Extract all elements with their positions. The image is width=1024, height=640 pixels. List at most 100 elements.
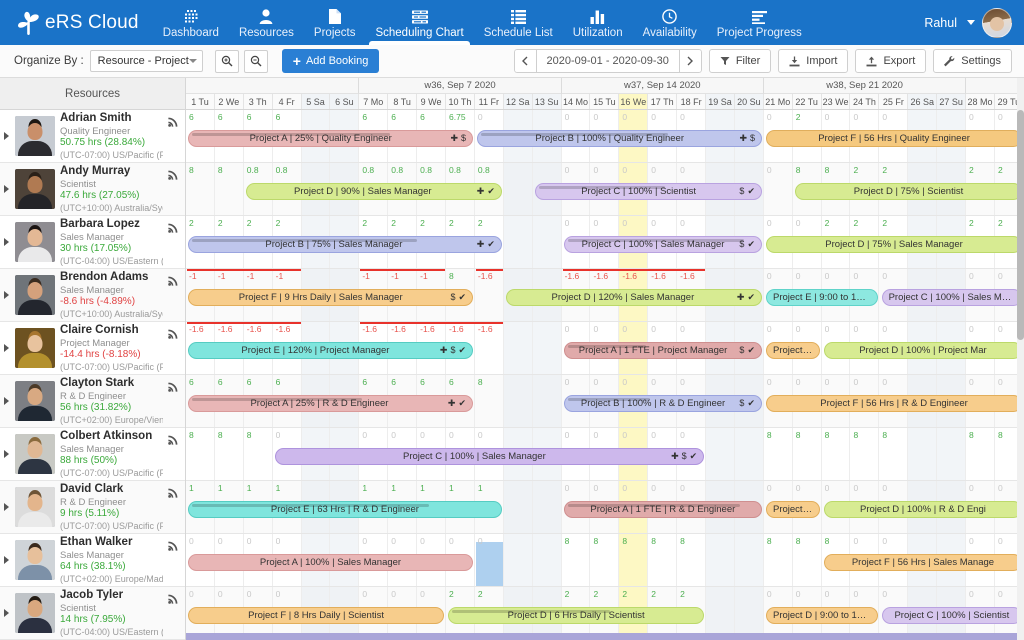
nav-item-utilization[interactable]: Utilization (563, 0, 633, 45)
zoom-out-button[interactable] (243, 49, 268, 73)
rss-feed-icon[interactable] (168, 169, 179, 183)
booking-bar[interactable]: Project D | 6 Hrs Daily | Scientist (448, 607, 705, 624)
booking-bar[interactable]: Project F |... (766, 501, 820, 518)
booking-bar[interactable]: Project E | 63 Hrs | R & D Engineer (188, 501, 502, 518)
rss-feed-icon[interactable] (168, 222, 179, 236)
day-header-cell[interactable]: 12 Sa (503, 94, 533, 109)
day-header-cell[interactable]: 8 Tu (388, 94, 418, 109)
day-header-cell[interactable]: 9 We (417, 94, 447, 109)
day-header-cell[interactable]: 26 Sa (908, 94, 938, 109)
resource-row[interactable]: Clayton Stark R & D Engineer 56 hrs (31.82… (0, 375, 185, 428)
booking-bar[interactable]: Project C | 100% | Sales Manager $ ✔ (563, 236, 762, 253)
resource-row[interactable]: Claire Cornish Project Manager -14.4 hrs (… (0, 322, 185, 375)
nav-item-project-progress[interactable]: Project Progress (707, 0, 812, 45)
booking-bar[interactable]: Project F | 56 Hrs | R & D Engineer (766, 395, 1023, 412)
vertical-scrollbar[interactable] (1017, 78, 1024, 640)
day-header-cell[interactable]: 24 Th (850, 94, 880, 109)
booking-bar[interactable]: Project B | 100% | R & D Engineer $ ✔ (563, 395, 762, 412)
resource-row[interactable]: Adrian Smith Quality Engineer 50.75 hrs (2… (0, 110, 185, 163)
day-header-cell[interactable]: 23 We (821, 94, 851, 109)
organize-by-select[interactable]: Resource - Project (89, 50, 203, 72)
settings-button[interactable]: Settings (933, 49, 1012, 73)
booking-bar[interactable]: Project A | 25% | Quality Engineer ✚ $ (188, 130, 473, 147)
avatar[interactable] (982, 7, 1012, 38)
day-header-cell[interactable]: 7 Mo (359, 94, 389, 109)
nav-user-area[interactable]: Rahul (924, 0, 1024, 45)
expand-arrow-icon[interactable] (4, 344, 9, 352)
booking-bar[interactable]: Project E | 120% | Project Manager ✚ $ ✔ (188, 342, 473, 359)
day-header-cell[interactable]: 11 Fr (474, 94, 504, 109)
chevron-down-icon[interactable] (967, 20, 975, 25)
resource-row[interactable]: Brendon Adams Sales Manager -8.6 hrs (-4.8… (0, 269, 185, 322)
booking-bar[interactable]: Project F | 56 Hrs | Sales Manage (823, 554, 1023, 571)
day-header-cell[interactable]: 2 We (214, 94, 244, 109)
date-range-field[interactable]: 2020-09-01 - 2020-09-30 (536, 49, 679, 73)
day-header-cell[interactable]: 22 Tu (792, 94, 822, 109)
expand-arrow-icon[interactable] (4, 185, 9, 193)
resource-row[interactable]: David Clark R & D Engineer 9 hrs (5.11%) (U… (0, 481, 185, 534)
add-booking-button[interactable]: + Add Booking (281, 49, 380, 73)
day-header-cell[interactable]: 14 Mo (561, 94, 591, 109)
day-header-cell[interactable]: 5 Sa (301, 94, 331, 109)
horizontal-scrollbar[interactable] (186, 633, 1024, 640)
booking-bar[interactable]: Project C | 100% | Scientist $ ✔ (534, 183, 762, 200)
booking-bar[interactable]: Project D | 90% | Sales Manager ✚ ✔ (245, 183, 502, 200)
resource-row[interactable]: Jacob Tyler Scientist 14 hrs (7.95%) (UTC-0… (0, 587, 185, 640)
day-header-cell[interactable]: 25 Fr (879, 94, 909, 109)
day-header-cell[interactable]: 10 Th (446, 94, 475, 109)
day-header-cell[interactable]: 4 Fr (272, 94, 302, 109)
booking-bar[interactable]: Project D | 120% | Sales Manager ✚ ✔ (505, 289, 762, 306)
rss-feed-icon[interactable] (168, 328, 179, 342)
booking-bar[interactable]: Project F | 8 Hrs Daily | Scientist (188, 607, 445, 624)
expand-arrow-icon[interactable] (4, 291, 9, 299)
day-header-cell[interactable]: 18 Fr (677, 94, 707, 109)
scrollbar-thumb[interactable] (1017, 110, 1024, 340)
day-header-cell[interactable]: 15 Tu (590, 94, 620, 109)
rss-feed-icon[interactable] (168, 593, 179, 607)
rss-feed-icon[interactable] (168, 487, 179, 501)
resource-row[interactable]: Ethan Walker Sales Manager 64 hrs (38.1%)(… (0, 534, 185, 587)
resource-row[interactable]: Barbara Lopez Sales Manager 30 hrs (17.05%… (0, 216, 185, 269)
import-button[interactable]: Import (778, 49, 849, 73)
booking-bar[interactable]: Project A | 25% | R & D Engineer ✚ ✔ (188, 395, 473, 412)
rss-feed-icon[interactable] (168, 434, 179, 448)
rss-feed-icon[interactable] (168, 275, 179, 289)
booking-bar[interactable]: Project B | 100% | Quality Engineer ✚ $ (477, 130, 762, 147)
booking-bar[interactable]: Project F | 56 Hrs | Quality Engineer (766, 130, 1023, 147)
prev-period-button[interactable] (513, 49, 537, 73)
expand-arrow-icon[interactable] (4, 556, 9, 564)
booking-bar[interactable]: Project D | 75% | Sales Manager (766, 236, 1023, 253)
rss-feed-icon[interactable] (168, 381, 179, 395)
booking-bar[interactable]: Project A | 100% | Sales Manager (188, 554, 473, 571)
booking-bar[interactable]: Project D | 100% | R & D Engi (823, 501, 1023, 518)
expand-arrow-icon[interactable] (4, 132, 9, 140)
booking-bar[interactable]: Project D | 75% | Scientist (794, 183, 1023, 200)
nav-item-resources[interactable]: Resources (229, 0, 304, 45)
booking-bar[interactable]: Project C | 100% | Scientist (881, 607, 1023, 624)
booking-bar[interactable]: Project D | 9:00 to 17:00 Da... (766, 607, 878, 624)
booking-bar[interactable]: Project F | 9 Hrs Daily | Sales Manager $… (188, 289, 473, 306)
booking-bar[interactable]: Project A | 1 FTE | Project Manager $ ✔ (563, 342, 762, 359)
day-header-cell[interactable]: 20 Su (734, 94, 764, 109)
brand-logo-area[interactable]: eRS Cloud (0, 0, 153, 45)
filter-button[interactable]: Filter (708, 49, 772, 73)
booking-bar[interactable]: Project A | 1 FTE | R & D Engineer (563, 501, 762, 518)
nav-item-scheduling-chart[interactable]: Scheduling Chart (365, 0, 473, 45)
nav-item-projects[interactable]: Projects (304, 0, 366, 45)
day-header-cell[interactable]: 21 Mo (763, 94, 793, 109)
day-header-cell[interactable]: 1 Tu (186, 94, 215, 109)
nav-item-schedule-list[interactable]: Schedule List (474, 0, 563, 45)
nav-item-availability[interactable]: Availability (633, 0, 707, 45)
expand-arrow-icon[interactable] (4, 609, 9, 617)
day-header-cell[interactable]: 6 Su (330, 94, 360, 109)
rss-feed-icon[interactable] (168, 116, 179, 130)
day-header-cell[interactable]: 28 Mo (966, 94, 995, 109)
booking-bar[interactable]: Project E | 9:00 to 17:00 D... (766, 289, 878, 306)
booking-bar[interactable]: Project C | 100% | Sales Manage (881, 289, 1023, 306)
day-header-cell[interactable]: 27 Su (937, 94, 967, 109)
expand-arrow-icon[interactable] (4, 503, 9, 511)
nav-item-dashboard[interactable]: Dashboard (153, 0, 229, 45)
resource-row[interactable]: Colbert Atkinson Sales Manager 88 hrs (50%… (0, 428, 185, 481)
next-period-button[interactable] (678, 49, 702, 73)
day-header-cell[interactable]: 3 Th (243, 94, 273, 109)
